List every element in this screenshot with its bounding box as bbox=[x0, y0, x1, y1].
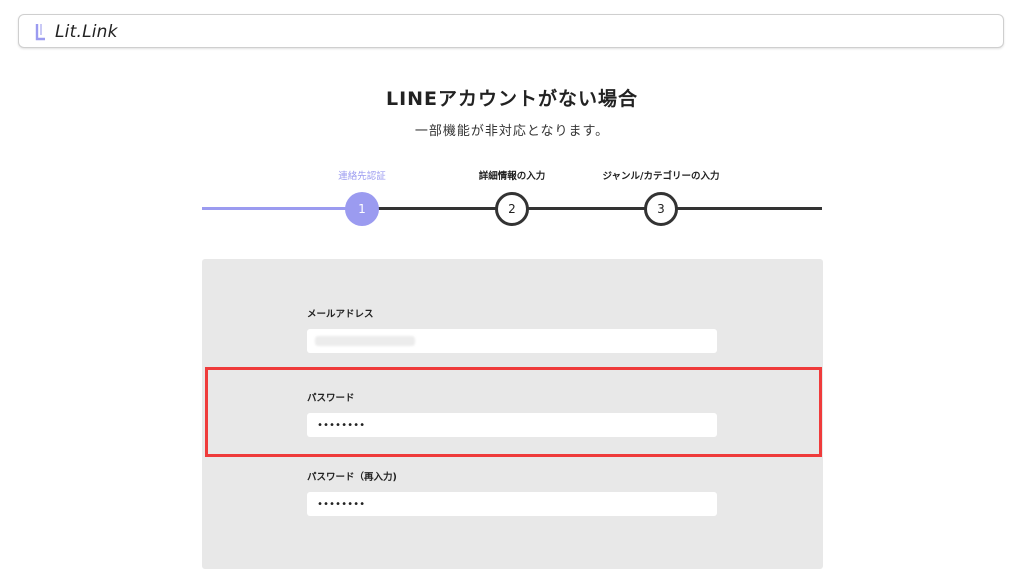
registration-stepper: 連絡先認証 1 詳細情報の入力 2 ジャンル/カテゴリーの入力 3 bbox=[202, 160, 822, 240]
step-label-genre-category: ジャンル/カテゴリーの入力 bbox=[602, 171, 720, 182]
step-2-circle: 2 bbox=[495, 192, 529, 226]
top-header-bar: Lit.Link bbox=[18, 14, 1004, 48]
password-field[interactable] bbox=[307, 413, 717, 437]
password-confirm-label: パスワード（再入力) bbox=[307, 472, 397, 483]
step-label-contact-verification: 連絡先認証 bbox=[338, 171, 386, 182]
site-logo[interactable]: Lit.Link bbox=[35, 21, 118, 43]
logo-text: Lit.Link bbox=[55, 22, 118, 42]
step-3-circle: 3 bbox=[644, 192, 678, 226]
password-label: パスワード bbox=[307, 393, 355, 404]
stepper-progress-line bbox=[202, 207, 362, 210]
redacted-email-value bbox=[315, 336, 415, 346]
page-title: LINEアカウントがない場合 bbox=[385, 88, 639, 110]
stepper-remaining-line bbox=[362, 207, 822, 210]
email-field[interactable] bbox=[307, 329, 717, 353]
password-confirm-field[interactable] bbox=[307, 492, 717, 516]
step-label-details: 詳細情報の入力 bbox=[478, 171, 546, 182]
email-label: メールアドレス bbox=[307, 309, 374, 320]
page-subtitle: 一部機能が非対応となります。 bbox=[414, 124, 610, 139]
step-1-circle: 1 bbox=[345, 192, 379, 226]
bracket-logo-icon bbox=[35, 23, 47, 41]
signup-form-panel: メールアドレス パスワード パスワード（再入力) bbox=[202, 259, 823, 569]
